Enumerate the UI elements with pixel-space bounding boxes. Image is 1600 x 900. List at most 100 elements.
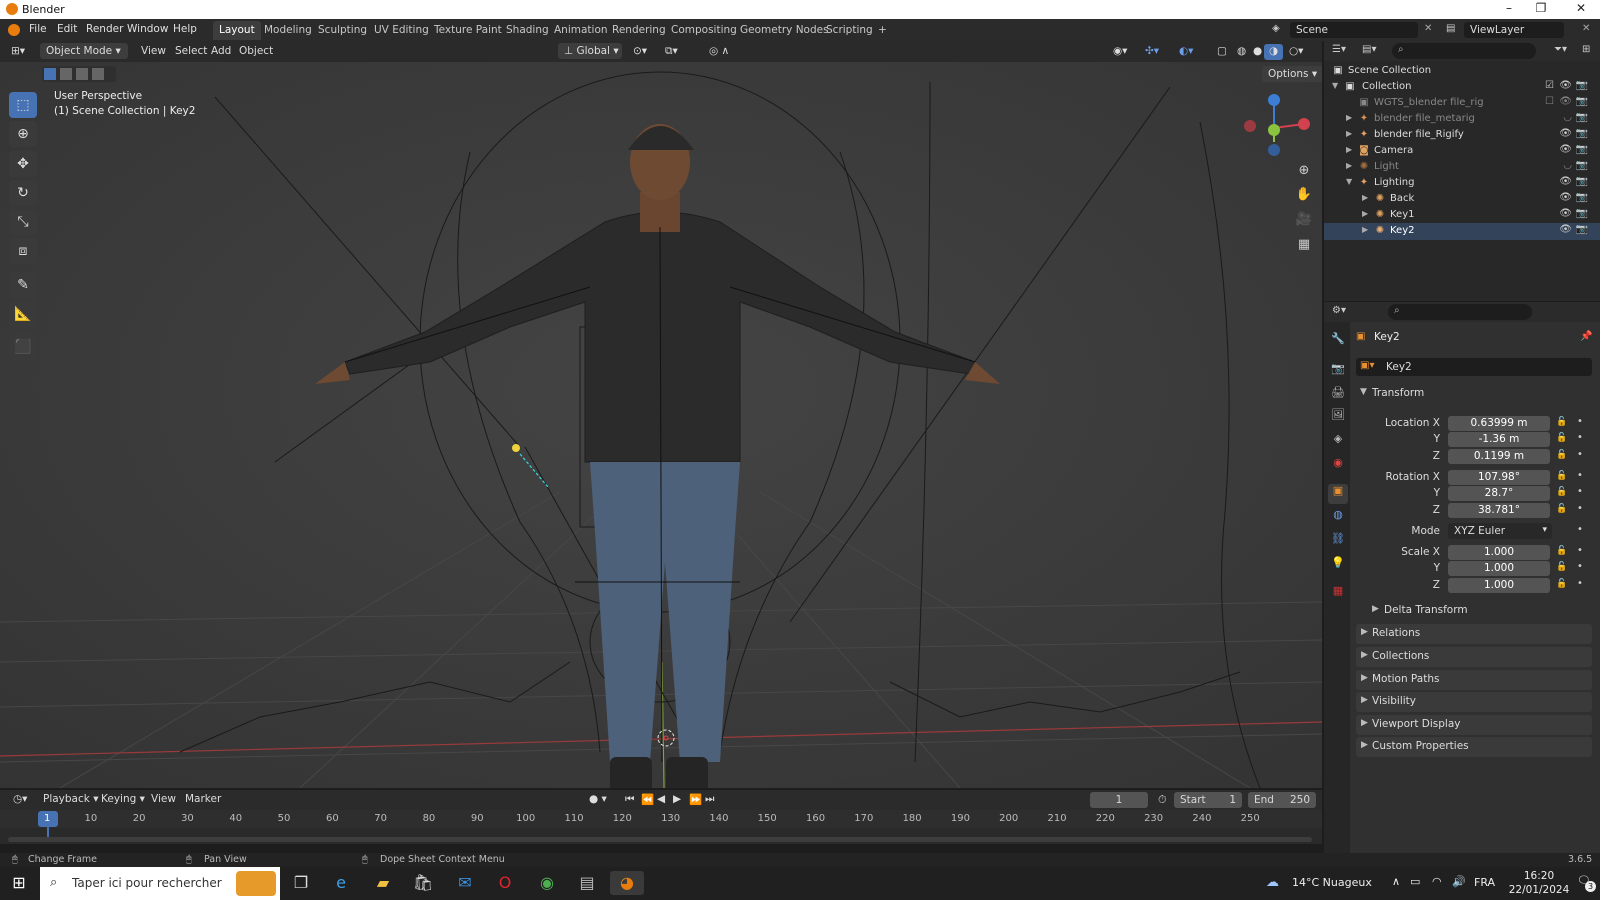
select-invert-icon[interactable]: [92, 68, 104, 80]
jump-end-icon[interactable]: ⏭: [700, 792, 719, 808]
opera-icon[interactable]: O: [492, 871, 518, 895]
expand-arrow-icon[interactable]: ▶: [1362, 193, 1368, 202]
lock-icon[interactable]: 🔓: [1556, 450, 1567, 460]
pin-icon[interactable]: 📌: [1580, 331, 1592, 342]
expand-arrow-icon[interactable]: ▶: [1346, 113, 1352, 122]
menu-help[interactable]: Help: [173, 23, 197, 35]
edge-icon[interactable]: e: [328, 871, 354, 895]
render-camera-icon[interactable]: 📷: [1576, 80, 1588, 91]
wifi-icon[interactable]: ◠: [1432, 875, 1442, 888]
location-y-field[interactable]: -1.36 m: [1448, 432, 1550, 447]
tab-scripting[interactable]: Scripting: [820, 21, 879, 40]
select-subtract-icon[interactable]: [76, 68, 88, 80]
expand-arrow-icon[interactable]: ▶: [1362, 225, 1368, 234]
keyframe-dot-icon[interactable]: •: [1577, 524, 1583, 535]
gizmo-y-axis[interactable]: [1268, 124, 1280, 136]
keyframe-dot-icon[interactable]: •: [1577, 561, 1583, 572]
key2-light-origin[interactable]: [512, 444, 520, 452]
expand-arrow-icon[interactable]: ▶: [1346, 161, 1352, 170]
collapse-arrow-icon[interactable]: ▼: [1346, 177, 1352, 186]
cursor-tool[interactable]: ⊕: [9, 121, 37, 147]
scale-x-field[interactable]: 1.000: [1448, 545, 1550, 560]
rendered-shading-icon[interactable]: ○▾: [1284, 44, 1308, 60]
language-indicator[interactable]: FRA: [1474, 876, 1495, 889]
select-box-tool[interactable]: ⬚: [9, 92, 37, 118]
tool-tab-icon[interactable]: 🔧: [1328, 332, 1348, 352]
expand-arrow-icon[interactable]: ▶: [1346, 145, 1352, 154]
eye-icon[interactable]: 👁: [1559, 224, 1572, 235]
current-frame-field[interactable]: 1: [1090, 792, 1148, 808]
maximize-button[interactable]: ❐: [1526, 1, 1556, 18]
keyframe-dot-icon[interactable]: •: [1577, 432, 1583, 443]
timer-icon[interactable]: ⏱: [1158, 793, 1167, 807]
filter-icon[interactable]: ⏷▾: [1554, 44, 1567, 55]
material-shading-icon[interactable]: ◑: [1264, 44, 1284, 60]
outliner-row-lighting[interactable]: ▼ ✦ Lighting 👁 📷: [1324, 175, 1600, 192]
expand-arrow-icon[interactable]: ▶: [1362, 209, 1368, 218]
collections-section[interactable]: ▶ Collections: [1356, 647, 1592, 667]
chrome-icon[interactable]: ◉: [534, 871, 560, 895]
keyframe-dot-icon[interactable]: •: [1577, 416, 1583, 427]
end-frame-field[interactable]: End 250: [1248, 792, 1316, 808]
viewport-display-section[interactable]: ▶ Viewport Display: [1356, 715, 1592, 735]
overlay-icon[interactable]: ◐▾: [1174, 44, 1198, 60]
new-collection-icon[interactable]: ⊞: [1582, 44, 1590, 55]
lock-icon[interactable]: 🔓: [1556, 417, 1567, 427]
close-button[interactable]: ✕: [1566, 1, 1596, 18]
timeline-area[interactable]: 1 10 20 30 40 50 60 70 80 90 100 110 120 130 140 150 160…: [0, 810, 1322, 844]
record-button[interactable]: ● ▾: [584, 792, 612, 808]
navigation-gizmo[interactable]: [1236, 90, 1312, 158]
outliner-row-wgts[interactable]: ▣ WGTS_blender file_rig ☐ 👁 📷: [1324, 95, 1600, 112]
add-cube-tool[interactable]: ⬛: [9, 334, 37, 360]
rotation-z-field[interactable]: 38.781°: [1448, 503, 1550, 518]
scale-tool[interactable]: ⤡: [9, 209, 37, 235]
tab-animation[interactable]: Animation: [548, 21, 614, 40]
expand-arrow-icon[interactable]: ▶: [1346, 129, 1352, 138]
properties-editor-icon[interactable]: ⚙▾: [1332, 305, 1346, 316]
transform-tool[interactable]: ⧈: [9, 238, 37, 264]
outliner-row-key1[interactable]: ▶ ✺ Key1 👁 📷: [1324, 207, 1600, 224]
lock-icon[interactable]: 🔓: [1556, 487, 1567, 497]
volume-icon[interactable]: 🔊: [1452, 875, 1466, 888]
windows-start-icon[interactable]: ⊞: [6, 871, 32, 895]
lock-icon[interactable]: 🔓: [1556, 579, 1567, 589]
scene-tab-icon[interactable]: ◈: [1328, 432, 1348, 452]
constraint-tab-icon[interactable]: ⛓: [1328, 532, 1348, 552]
snap-icon[interactable]: ⧉▾: [660, 44, 683, 60]
render-camera-icon[interactable]: 📷: [1576, 112, 1588, 123]
file-explorer-icon[interactable]: ▰: [370, 871, 396, 895]
rotation-y-field[interactable]: 28.7°: [1448, 486, 1550, 501]
render-camera-icon[interactable]: 📷: [1576, 224, 1588, 235]
rotation-x-field[interactable]: 107.98°: [1448, 470, 1550, 485]
render-camera-icon[interactable]: 📷: [1576, 192, 1588, 203]
delta-transform-section[interactable]: ▶ Delta Transform: [1368, 602, 1588, 620]
eye-icon[interactable]: 👁: [1559, 192, 1572, 203]
editor-type-icon[interactable]: ⊞▾: [6, 44, 30, 60]
tab-sculpting[interactable]: Sculpting: [312, 21, 373, 40]
measure-tool[interactable]: 📐: [9, 301, 37, 327]
eye-icon[interactable]: ◡: [1563, 112, 1572, 123]
render-camera-icon[interactable]: 📷: [1576, 160, 1588, 171]
menu-object[interactable]: Object: [234, 44, 278, 60]
outliner-row-scene-collection[interactable]: ▣ Scene Collection: [1324, 63, 1600, 80]
menu-edit[interactable]: Edit: [57, 23, 77, 35]
options-dropdown[interactable]: Options ▾: [1262, 66, 1322, 82]
render-camera-icon[interactable]: 📷: [1576, 144, 1588, 155]
taskbar-search-box[interactable]: ⌕ Taper ici pour rechercher: [40, 867, 280, 900]
relations-section[interactable]: ▶ Relations: [1356, 624, 1592, 644]
menu-window[interactable]: Window: [127, 23, 168, 35]
scene-selector[interactable]: Scene: [1290, 22, 1418, 38]
annotate-tool[interactable]: ✎: [9, 272, 37, 298]
eye-icon[interactable]: 👁: [1559, 176, 1572, 187]
tab-rendering[interactable]: Rendering: [606, 21, 672, 40]
eye-icon[interactable]: ◡: [1563, 160, 1572, 171]
minimize-button[interactable]: –: [1494, 1, 1524, 18]
menu-file[interactable]: File: [29, 23, 47, 35]
gizmo-z-axis[interactable]: [1268, 94, 1280, 106]
outliner-row-metarig[interactable]: ▶ ✦ blender file_metarig ◡ 📷: [1324, 111, 1600, 128]
timeline-scrollbar[interactable]: [8, 837, 1312, 842]
clock-time[interactable]: 16:20: [1514, 870, 1564, 882]
keyframe-dot-icon[interactable]: •: [1577, 503, 1583, 514]
lock-icon[interactable]: 🔓: [1556, 546, 1567, 556]
menu-view[interactable]: View: [136, 44, 171, 60]
